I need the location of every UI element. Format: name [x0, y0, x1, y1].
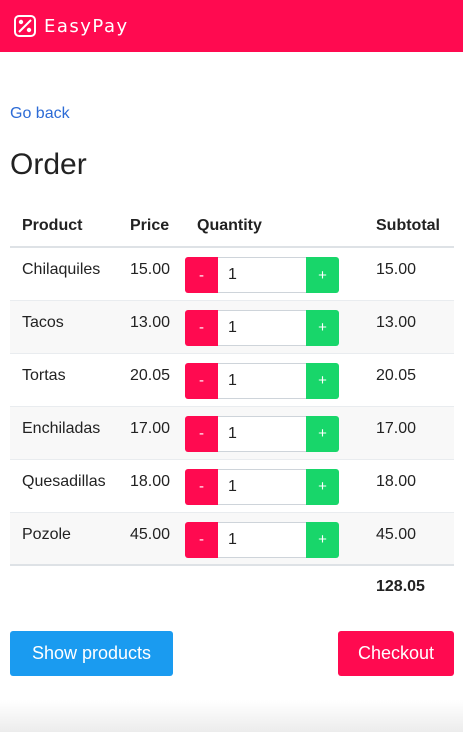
- table-row: Tacos 13.00 - + 13.00: [10, 299, 454, 353]
- header-subtotal: Subtotal: [364, 206, 454, 248]
- product-name: Tortas: [10, 352, 118, 406]
- row-subtotal: 20.05: [364, 352, 454, 406]
- quantity-input[interactable]: [218, 257, 306, 293]
- product-name: Enchiladas: [10, 405, 118, 459]
- header-price: Price: [118, 206, 185, 248]
- table-header-row: Product Price Quantity Subtotal: [10, 206, 454, 248]
- increase-quantity-button[interactable]: +: [306, 309, 339, 346]
- app-header: EasyPay: [0, 0, 463, 52]
- increase-quantity-button[interactable]: +: [306, 521, 339, 558]
- quantity-stepper: - +: [185, 362, 340, 399]
- product-name: Pozole: [10, 511, 118, 566]
- table-row: Tortas 20.05 - + 20.05: [10, 352, 454, 406]
- table-row: Enchiladas 17.00 - + 17.00: [10, 405, 454, 459]
- table-row: Quesadillas 18.00 - + 18.00: [10, 458, 454, 512]
- product-price: 17.00: [118, 405, 185, 459]
- quantity-input[interactable]: [218, 468, 306, 505]
- table-row: Pozole 45.00 - + 45.00: [10, 511, 454, 566]
- row-subtotal: 17.00: [364, 405, 454, 459]
- easypay-logo-icon: [14, 15, 36, 37]
- increase-quantity-button[interactable]: +: [306, 362, 339, 399]
- page-title: Order: [10, 148, 87, 181]
- product-price: 20.05: [118, 352, 185, 406]
- decrease-quantity-button[interactable]: -: [185, 257, 218, 293]
- quantity-input[interactable]: [218, 521, 306, 558]
- decrease-quantity-button[interactable]: -: [185, 309, 218, 346]
- quantity-stepper: - +: [185, 521, 340, 558]
- product-name: Quesadillas: [10, 458, 118, 512]
- product-price: 18.00: [118, 458, 185, 512]
- decrease-quantity-button[interactable]: -: [185, 468, 218, 505]
- product-price: 15.00: [118, 246, 185, 300]
- table-row: Chilaquiles 15.00 - + 15.00: [10, 246, 454, 300]
- quantity-cell: - +: [185, 511, 364, 566]
- quantity-cell: - +: [185, 405, 364, 459]
- quantity-cell: - +: [185, 458, 364, 512]
- product-name: Tacos: [10, 299, 118, 353]
- increase-quantity-button[interactable]: +: [306, 468, 339, 505]
- decrease-quantity-button[interactable]: -: [185, 521, 218, 558]
- checkout-button[interactable]: Checkout: [338, 631, 454, 676]
- row-subtotal: 45.00: [364, 511, 454, 566]
- quantity-input[interactable]: [218, 362, 306, 399]
- header-product: Product: [10, 206, 118, 248]
- quantity-cell: - +: [185, 299, 364, 353]
- quantity-cell: - +: [185, 352, 364, 406]
- go-back-link[interactable]: Go back: [10, 105, 70, 123]
- increase-quantity-button[interactable]: +: [306, 415, 339, 452]
- order-total: 128.05: [376, 578, 425, 595]
- quantity-input[interactable]: [218, 309, 306, 346]
- quantity-input[interactable]: [218, 415, 306, 452]
- app-title: EasyPay: [44, 15, 129, 37]
- product-price: 13.00: [118, 299, 185, 353]
- quantity-stepper: - +: [185, 309, 340, 346]
- show-products-button[interactable]: Show products: [10, 631, 173, 676]
- product-price: 45.00: [118, 511, 185, 566]
- increase-quantity-button[interactable]: +: [306, 257, 339, 293]
- header-quantity: Quantity: [185, 206, 364, 248]
- decrease-quantity-button[interactable]: -: [185, 415, 218, 452]
- row-subtotal: 15.00: [364, 246, 454, 300]
- quantity-stepper: - +: [185, 415, 340, 452]
- quantity-cell: - +: [185, 246, 364, 300]
- row-subtotal: 13.00: [364, 299, 454, 353]
- product-name: Chilaquiles: [10, 246, 118, 300]
- decrease-quantity-button[interactable]: -: [185, 362, 218, 399]
- bottom-shadow: [0, 700, 463, 732]
- order-table: Product Price Quantity Subtotal Chilaqui…: [10, 206, 454, 566]
- quantity-stepper: - +: [185, 257, 340, 293]
- quantity-stepper: - +: [185, 468, 340, 505]
- row-subtotal: 18.00: [364, 458, 454, 512]
